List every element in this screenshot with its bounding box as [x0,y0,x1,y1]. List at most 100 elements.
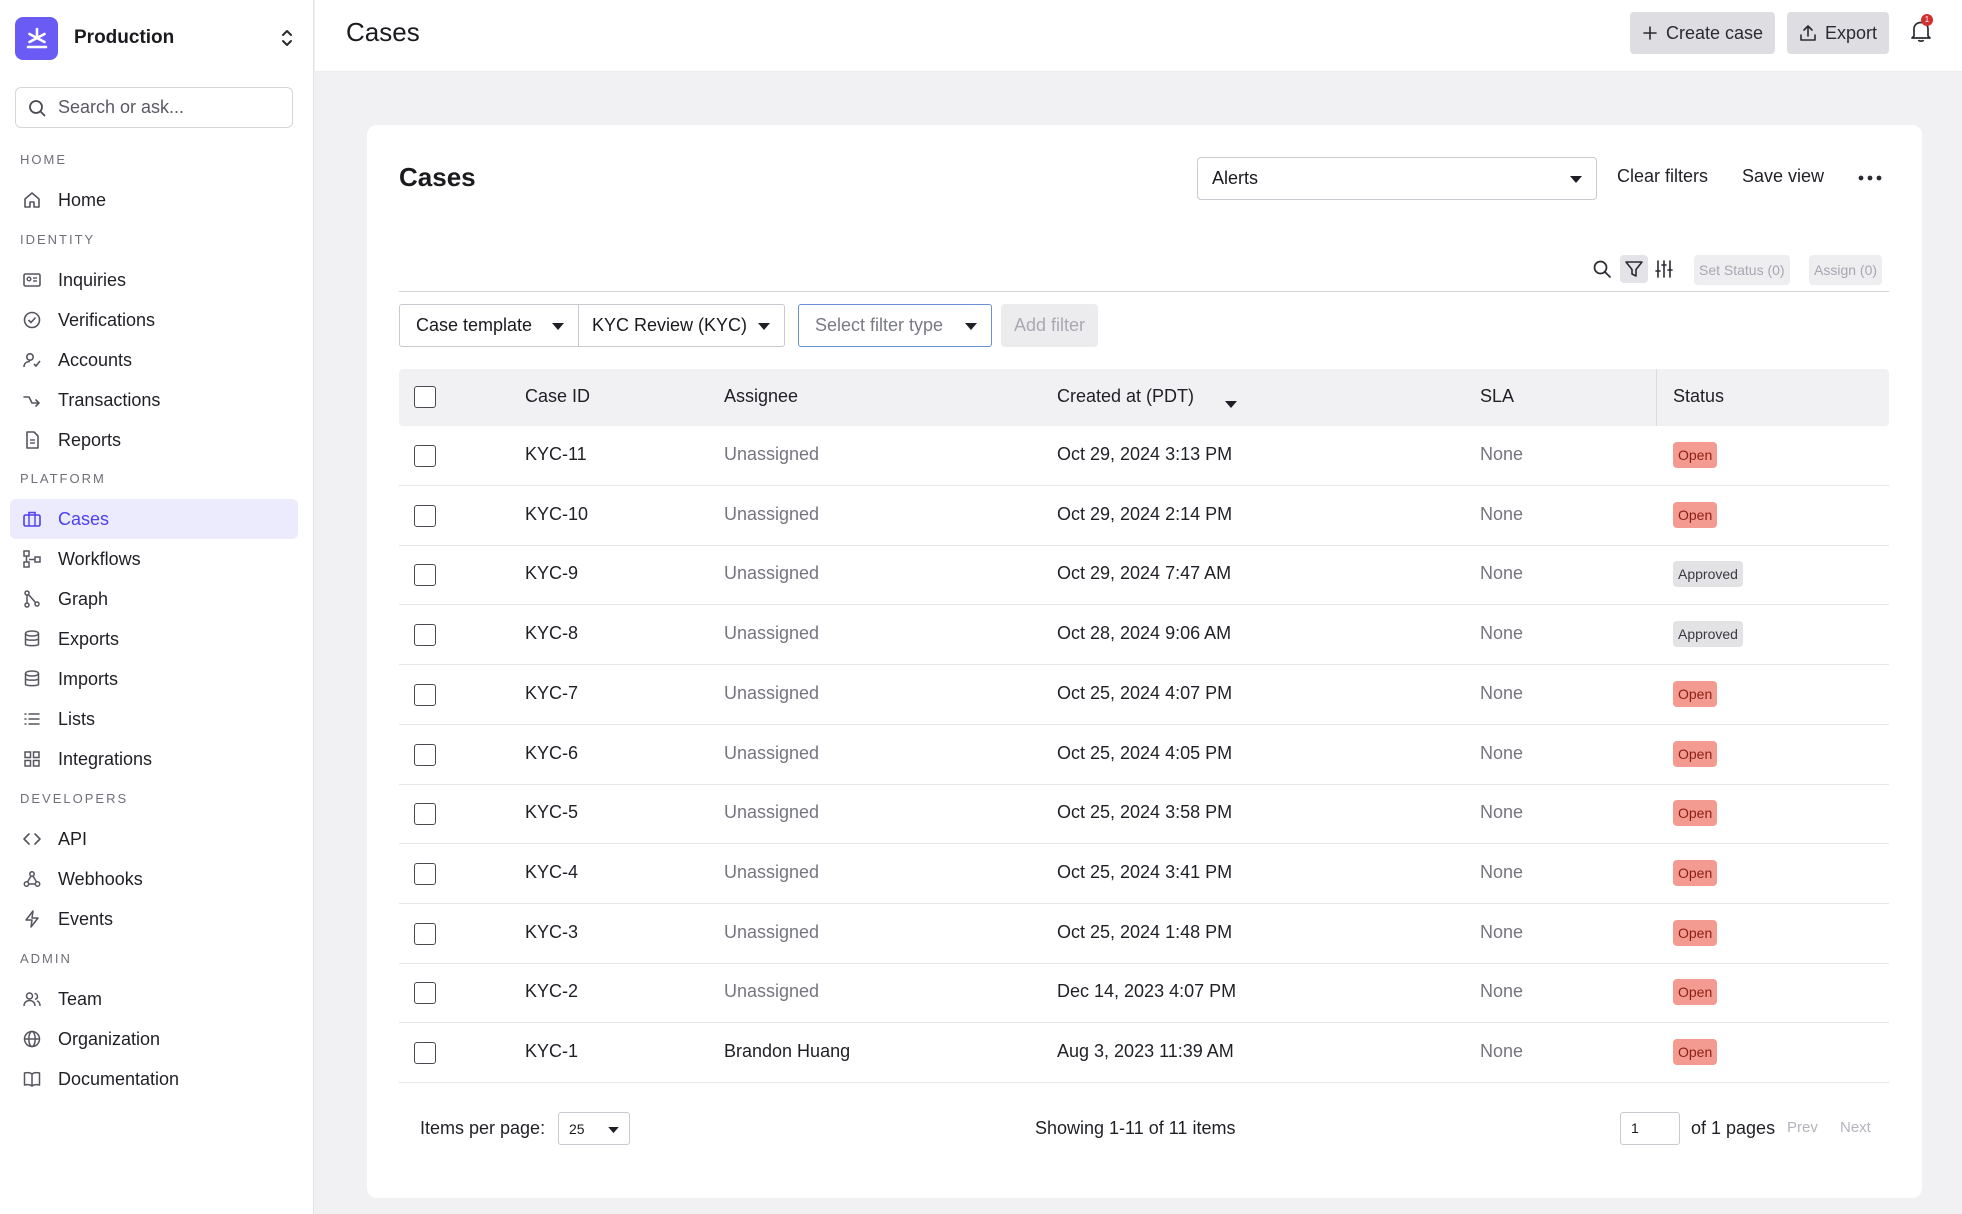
prev-page-button[interactable]: Prev [1787,1119,1818,1136]
row-checkbox[interactable] [414,803,436,826]
export-button[interactable]: Export [1787,12,1890,54]
section-platform: PLATFORM [20,471,106,486]
check-circle-icon [21,309,43,331]
card-title: Cases [399,162,476,192]
sort-caret-icon[interactable] [1225,393,1237,414]
table-row[interactable]: KYC-1 Brandon Huang Aug 3, 2023 11:39 AM No… [399,1023,1889,1083]
sidebar-item-cases[interactable]: Cases [10,499,298,539]
table-row[interactable]: KYC-2 Unassigned Dec 14, 2023 4:07 PM None O… [399,963,1889,1024]
table-row[interactable]: KYC-11 Unassigned Oct 29, 2024 3:13 PM None… [399,426,1889,486]
case-id[interactable]: KYC-2 [525,981,578,1002]
row-checkbox[interactable] [414,743,436,766]
sidebar-item-accounts[interactable]: Accounts [10,340,298,380]
case-id[interactable]: KYC-5 [525,802,578,823]
header-created-at[interactable]: Created at (PDT) [1057,386,1194,407]
case-id[interactable]: KYC-7 [525,683,578,704]
create-case-button[interactable]: Create case [1630,12,1776,54]
template-value-select[interactable]: KYC Review (KYC) [578,304,785,347]
sidebar-item-workflows[interactable]: Workflows [10,539,298,579]
assign-button[interactable]: Assign (0) [1809,255,1883,285]
header-assignee[interactable]: Assignee [724,386,798,407]
create-case-label: Create case [1666,22,1764,43]
sidebar-item-label: Inquiries [58,269,127,290]
case-id[interactable]: KYC-6 [525,743,578,764]
sidebar-item-organization[interactable]: Organization [10,1019,298,1059]
sidebar-item-reports[interactable]: Reports [10,420,298,460]
sidebar-item-transactions[interactable]: Transactions [10,380,298,420]
row-checkbox[interactable] [414,445,436,467]
row-checkbox[interactable] [414,504,436,527]
items-per-page-select[interactable]: 25 [558,1112,630,1145]
org-logo [15,16,58,60]
filter-type-select[interactable]: Select filter type [798,304,992,347]
table-row[interactable]: KYC-3 Unassigned Oct 25, 2024 1:48 PM None O… [399,904,1889,964]
assignee: Unassigned [724,563,820,584]
header-case-id[interactable]: Case ID [525,386,590,407]
clear-filters-button[interactable]: Clear filters [1617,166,1708,187]
set-status-button[interactable]: Set Status (0) [1694,255,1790,285]
row-checkbox[interactable] [414,1042,436,1064]
case-id[interactable]: KYC-10 [525,504,588,525]
sidebar-item-lists[interactable]: Lists [10,699,298,739]
case-id[interactable]: KYC-1 [525,1041,578,1062]
case-template-select[interactable]: Case template [399,304,579,347]
header-status[interactable]: Status [1673,386,1724,407]
table-row[interactable]: KYC-6 Unassigned Oct 25, 2024 4:05 PM None O… [399,725,1889,785]
row-checkbox[interactable] [414,982,436,1005]
row-checkbox[interactable] [414,624,436,647]
row-checkbox[interactable] [414,683,436,706]
sidebar-item-team[interactable]: Team [10,979,298,1019]
chevron-up-down-icon[interactable] [277,26,297,50]
next-page-button[interactable]: Next [1840,1119,1871,1136]
case-id[interactable]: KYC-3 [525,922,578,943]
table-row[interactable]: KYC-8 Unassigned Oct 28, 2024 9:06 AM None A… [399,605,1889,666]
search-placeholder: Search or ask... [58,97,185,117]
case-id[interactable]: KYC-9 [525,563,578,584]
add-filter-button[interactable]: Add filter [1001,304,1098,347]
sidebar-item-label: Lists [58,708,96,729]
header-sla[interactable]: SLA [1480,386,1514,407]
table-row[interactable]: KYC-7 Unassigned Oct 25, 2024 4:07 PM None O… [399,665,1889,725]
sidebar-item-exports[interactable]: Exports [10,619,298,659]
cases-card: Cases Alerts Clear filters Save view Set… [367,125,1922,1198]
sidebar-item-imports[interactable]: Imports [10,659,298,699]
sidebar-item-home[interactable]: Home [10,180,298,220]
filter-icon[interactable] [1620,255,1648,283]
search-icon[interactable] [1588,255,1616,283]
sidebar-item-integrations[interactable]: Integrations [10,739,298,779]
save-view-button[interactable]: Save view [1742,166,1824,187]
row-checkbox[interactable] [414,922,436,945]
upload-icon [1799,24,1817,42]
sidebar-item-label: Accounts [58,349,133,370]
case-id[interactable]: KYC-4 [525,862,578,883]
sla: None [1480,802,1524,823]
notification-badge: 1 [1921,14,1933,26]
table-row[interactable]: KYC-10 Unassigned Oct 29, 2024 2:14 PM None… [399,486,1889,546]
search-input[interactable]: Search or ask... [15,87,293,128]
page-number-input[interactable]: 1 [1620,1112,1680,1145]
sidebar-item-verifications[interactable]: Verifications [10,300,298,340]
more-options-icon[interactable] [1855,166,1885,190]
row-checkbox[interactable] [414,862,436,885]
sla: None [1480,742,1524,763]
sidebar-item-label: Verifications [58,309,156,330]
sidebar-item-inquiries[interactable]: Inquiries [10,260,298,300]
table-row[interactable]: KYC-4 Unassigned Oct 25, 2024 3:41 PM None O… [399,844,1889,904]
sidebar-item-events[interactable]: Events [10,899,298,939]
case-id[interactable]: KYC-11 [525,444,587,465]
sidebar-item-label: Events [58,908,114,929]
row-checkbox[interactable] [414,564,436,587]
org-switcher[interactable]: Production [15,16,297,60]
select-all-checkbox[interactable] [414,386,436,408]
assignee: Unassigned [724,802,820,823]
case-id[interactable]: KYC-8 [525,623,578,644]
sidebar-item-webhooks[interactable]: Webhooks [10,859,298,899]
sidebar-item-api[interactable]: API [10,819,298,859]
sliders-icon[interactable] [1650,255,1678,283]
table-row[interactable]: KYC-9 Unassigned Oct 29, 2024 7:47 AM None A… [399,545,1889,606]
table-row[interactable]: KYC-5 Unassigned Oct 25, 2024 3:58 PM None O… [399,784,1889,845]
sidebar-item-documentation[interactable]: Documentation [10,1059,298,1099]
sidebar-item-graph[interactable]: Graph [10,579,298,619]
case-template-label: Case template [416,315,533,335]
view-select[interactable]: Alerts [1197,157,1597,200]
